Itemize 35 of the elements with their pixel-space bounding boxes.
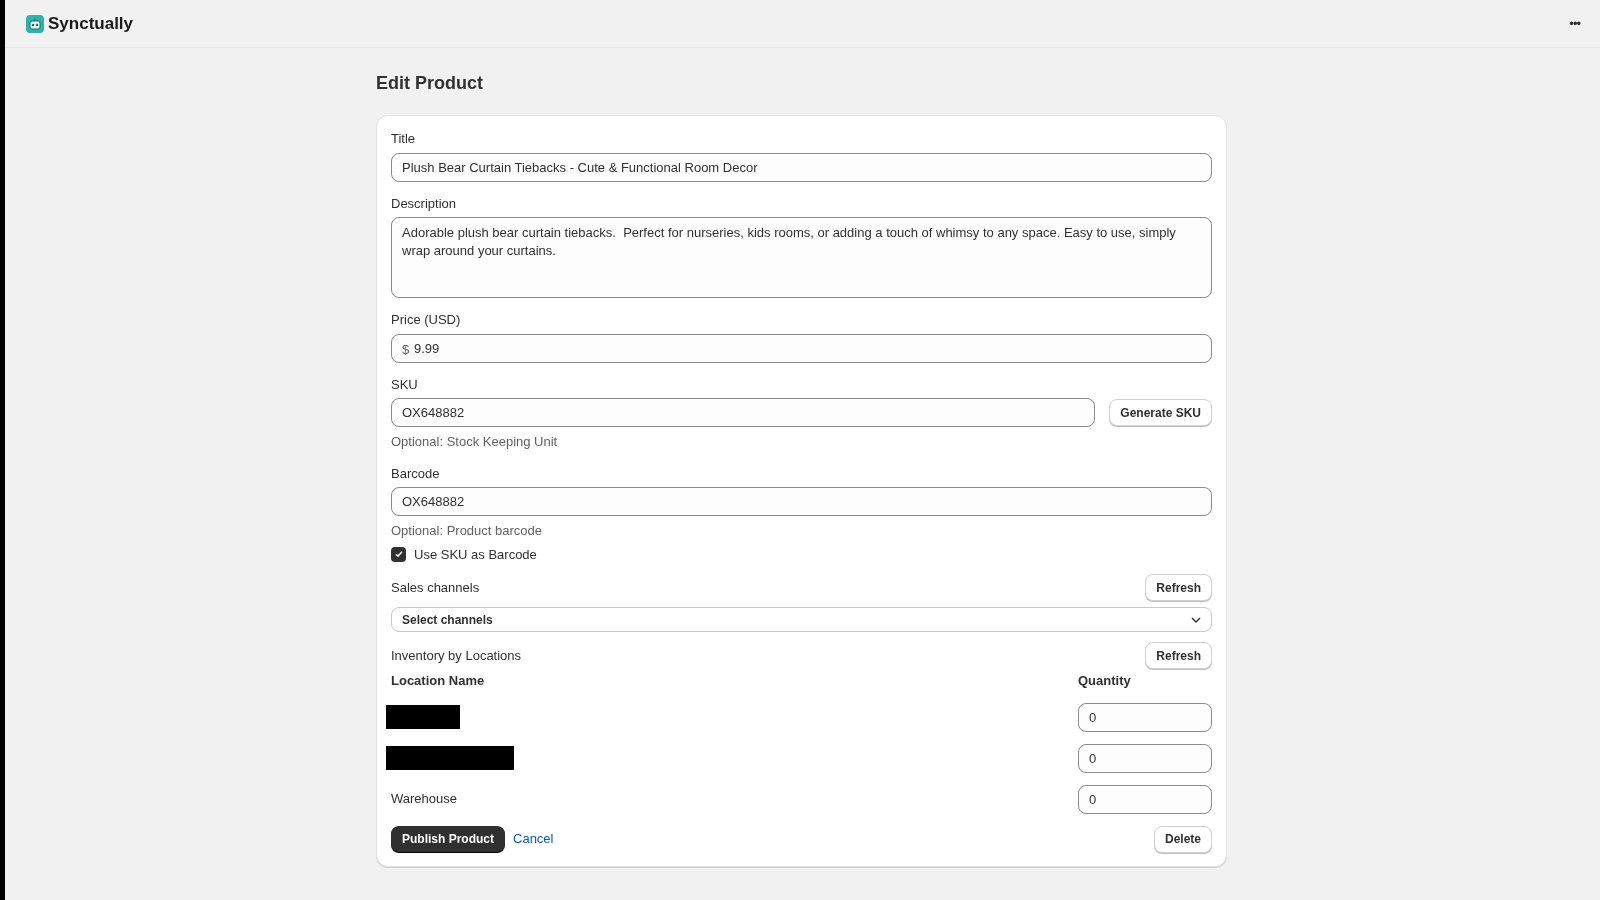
cancel-link[interactable]: Cancel <box>513 829 554 849</box>
checkbox[interactable] <box>391 546 406 562</box>
section-label: Sales channels <box>391 578 480 597</box>
title-field[interactable]: Plush Bear Curtain Tiebacks - Cute & Functional Room Decor <box>391 152 1212 182</box>
app-name: Synctually <box>48 12 134 35</box>
quantity-field[interactable]: 0 <box>1078 702 1212 732</box>
description-field[interactable]: Adorable plush bear curtain tiebacks. Perfect for nurseries, kids rooms, or adding a touch of whimsy to any space. Easy to use, simply wrap around your curtains. <box>391 217 1212 298</box>
publish-button[interactable]: Publish Product <box>391 826 505 852</box>
generate-sku-button[interactable]: Generate SKU <box>1109 399 1212 426</box>
robot-logo-icon <box>26 14 44 33</box>
field-label: Title <box>391 130 417 148</box>
page-title: Edit Product <box>376 72 484 95</box>
field-label: Description <box>391 194 458 213</box>
quantity-field[interactable]: 0 <box>1078 743 1212 773</box>
field-label: SKU <box>391 375 419 394</box>
more-menu-button[interactable]: ••• <box>1569 13 1580 34</box>
help-text: Optional: Product barcode <box>391 522 544 540</box>
quantity-field[interactable]: 0 <box>1078 784 1212 814</box>
currency-prefix: $ <box>402 340 410 359</box>
chevron-down-icon <box>1191 616 1201 623</box>
field-label: Barcode <box>391 464 441 483</box>
help-text: Optional: Stock Keeping Unit <box>391 433 559 451</box>
refresh-button[interactable]: Refresh <box>1145 574 1212 601</box>
delete-button[interactable]: Delete <box>1153 825 1212 853</box>
location-name: Warehouse <box>391 790 457 809</box>
field-label: Price (USD) <box>391 311 462 329</box>
sku-field[interactable]: OX648882 <box>391 398 1096 427</box>
check-icon <box>393 549 404 560</box>
column-header: Location Name <box>391 672 485 690</box>
section-label: Inventory by Locations <box>391 646 522 665</box>
barcode-field[interactable]: OX648882 <box>391 487 1212 516</box>
channels-select[interactable]: Select channels <box>391 607 1212 632</box>
refresh-button[interactable]: Refresh <box>1145 642 1212 669</box>
checkbox-label: Use SKU as Barcode <box>414 545 537 564</box>
column-header: Quantity <box>1078 672 1132 690</box>
